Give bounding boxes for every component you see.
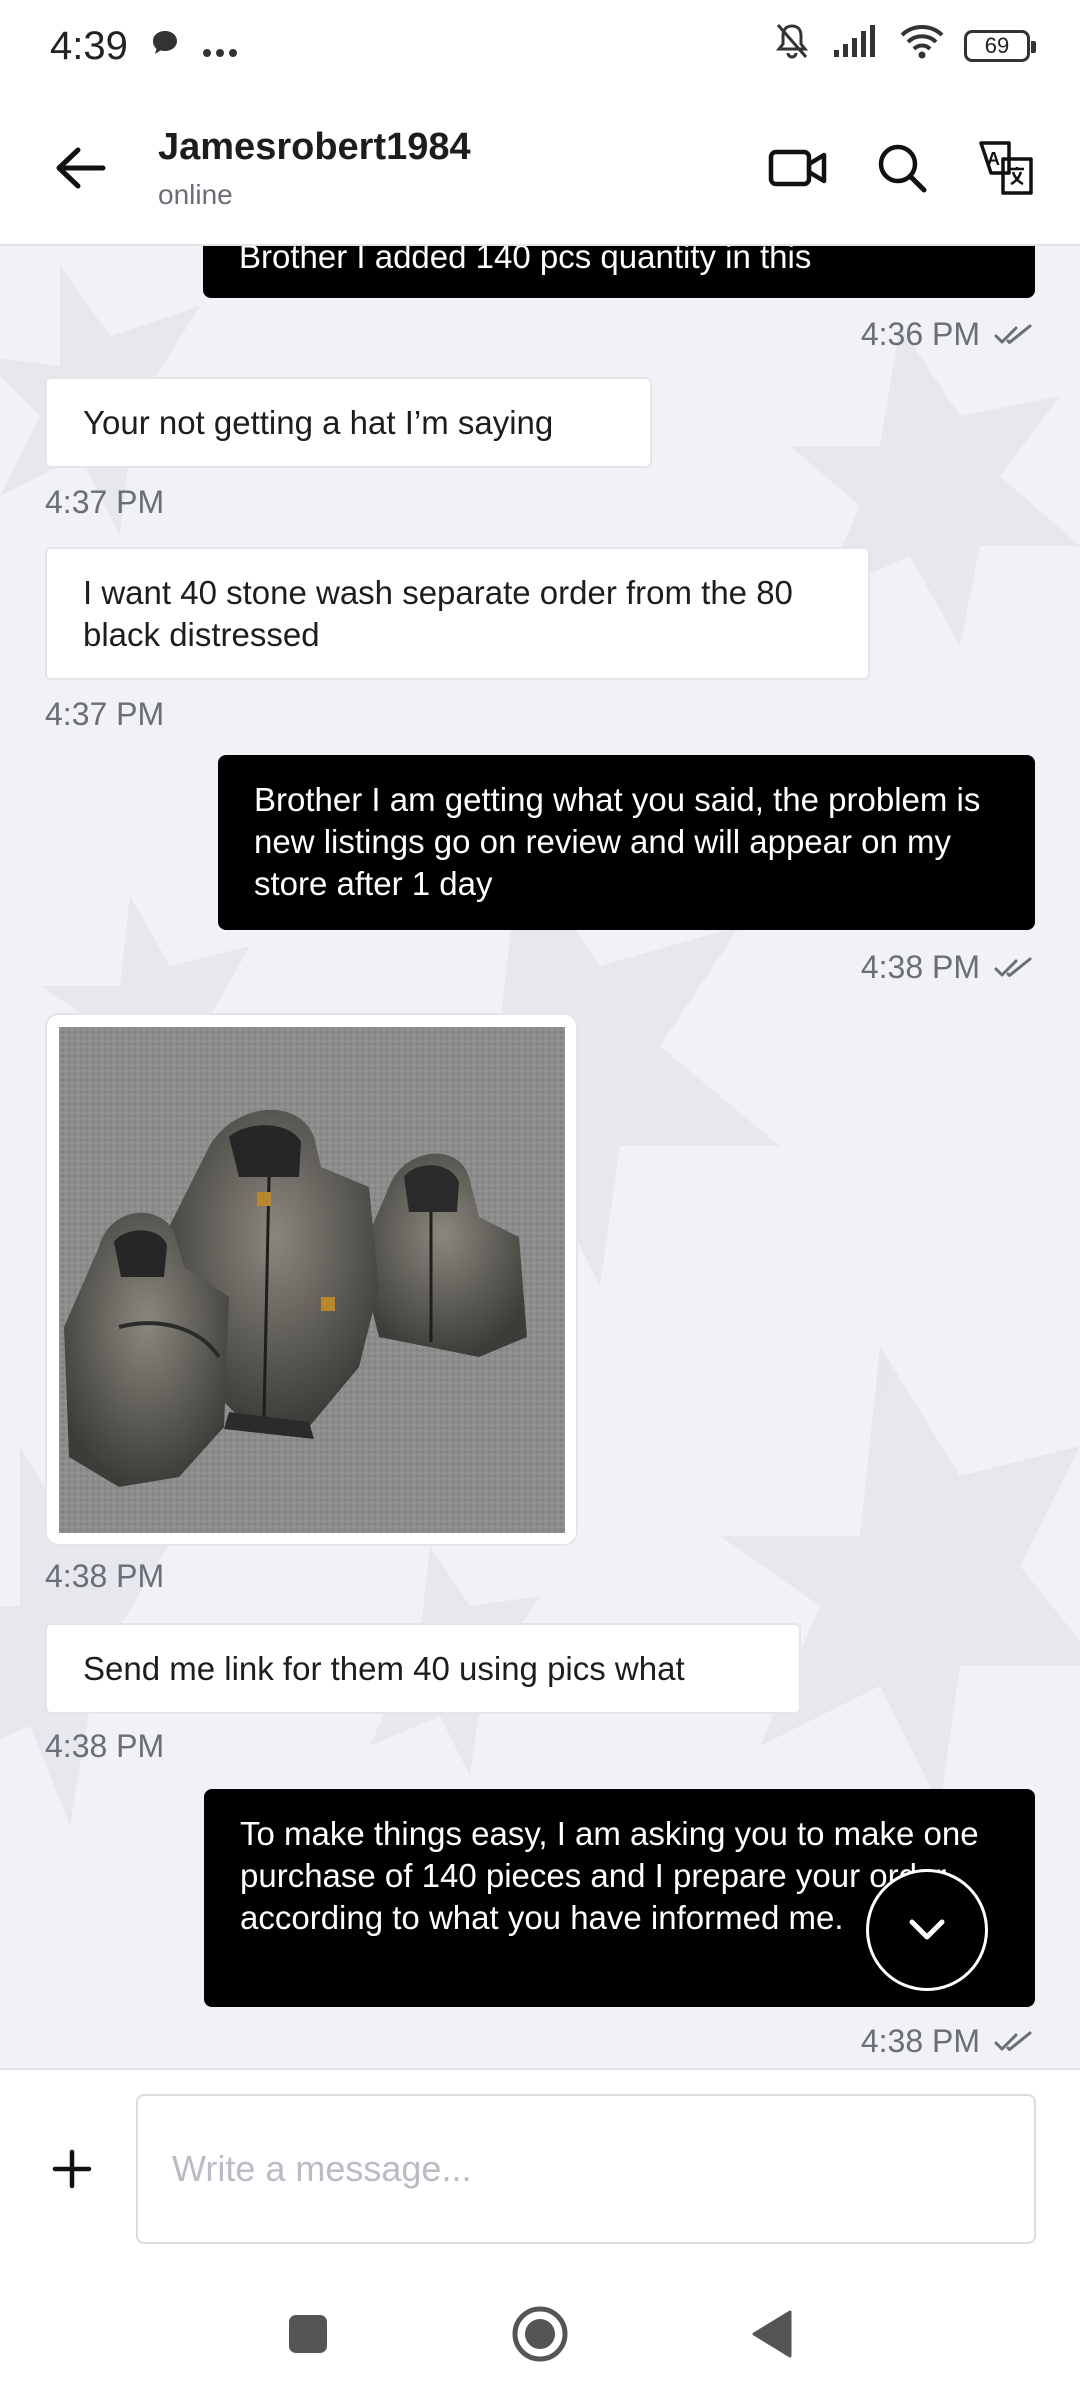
timestamp-text: 4:38 PM <box>860 2023 980 2059</box>
message-input[interactable] <box>136 2094 1036 2244</box>
plus-icon <box>52 2149 92 2189</box>
video-call-button[interactable] <box>764 134 832 202</box>
timestamp-text: 4:38 PM <box>45 1728 165 1764</box>
recents-button[interactable] <box>272 2298 344 2370</box>
contact-status: online <box>158 178 233 210</box>
home-button[interactable] <box>504 2298 576 2370</box>
message-photo[interactable] <box>59 1027 565 1533</box>
video-call-icon <box>768 149 827 187</box>
translate-icon: A <box>979 141 1033 195</box>
message-timestamp: 4:37 PM <box>45 696 164 733</box>
message-timestamp: 4:36 PM <box>861 316 1034 353</box>
back-button[interactable] <box>40 128 120 208</box>
square-icon <box>289 2315 327 2353</box>
message-timestamp: 4:38 PM <box>45 1728 164 1765</box>
message-timestamp: 4:37 PM <box>45 484 164 521</box>
timestamp-text: 4:38 PM <box>45 1558 165 1594</box>
triangle-back-icon <box>752 2310 792 2358</box>
message-composer <box>0 2068 1080 2268</box>
search-icon <box>878 144 927 193</box>
battery-icon: 69 <box>964 30 1036 62</box>
chat-bubble-icon <box>150 25 180 68</box>
message-timestamp: 4:38 PM <box>45 1558 164 1595</box>
chevron-down-icon <box>909 1919 945 1940</box>
message-text: Send me link for them 40 using pics what <box>83 1650 685 1687</box>
message-text: Brother I am getting what you said, the … <box>254 781 981 902</box>
contact-name: Jamesrobert1984 <box>158 125 471 168</box>
message-bubble-outgoing[interactable]: Brother I added 140 pcs quantity in this <box>203 246 1035 298</box>
svg-text:A: A <box>987 149 1000 169</box>
message-bubble-incoming[interactable]: I want 40 stone wash separate order from… <box>45 547 870 680</box>
timestamp-text: 4:37 PM <box>45 484 165 520</box>
message-text: Your not getting a hat I’m saying <box>83 404 554 441</box>
contact-info[interactable]: Jamesrobert1984 online <box>158 126 471 211</box>
message-timestamp: 4:38 PM <box>861 2023 1034 2060</box>
back-arrow-icon <box>56 147 106 189</box>
message-timestamp: 4:38 PM <box>861 949 1034 986</box>
wifi-icon <box>900 23 944 69</box>
signal-icon <box>832 24 880 68</box>
timestamp-text: 4:37 PM <box>45 696 165 732</box>
chat-area[interactable]: Brother I added 140 pcs quantity in this… <box>0 246 1080 2068</box>
double-check-icon <box>994 957 1034 979</box>
double-check-icon <box>994 2031 1034 2053</box>
timestamp-text: 4:36 PM <box>860 316 980 352</box>
chat-header: Jamesrobert1984 online A <box>0 92 1080 246</box>
message-bubble-outgoing[interactable]: Brother I am getting what you said, the … <box>218 755 1035 930</box>
battery-level: 69 <box>984 33 1010 58</box>
timestamp-text: 4:38 PM <box>860 949 980 985</box>
message-text: I want 40 stone wash separate order from… <box>83 574 793 653</box>
double-check-icon <box>994 324 1034 346</box>
status-time: 4:39 <box>50 23 128 68</box>
mute-icon <box>772 21 812 71</box>
image-message[interactable] <box>45 1013 578 1546</box>
translate-button[interactable]: A <box>972 134 1040 202</box>
home-circle-icon <box>512 2306 568 2362</box>
message-text: Brother I added 140 pcs quantity in this <box>239 246 812 275</box>
more-dots-icon <box>202 25 238 68</box>
message-bubble-incoming[interactable]: Your not getting a hat I’m saying <box>45 377 652 468</box>
attach-button[interactable] <box>32 2129 112 2209</box>
status-bar: 4:39 69 <box>0 0 1080 92</box>
back-nav-button[interactable] <box>736 2298 808 2370</box>
system-nav-bar <box>0 2268 1080 2400</box>
search-button[interactable] <box>868 134 936 202</box>
scroll-to-bottom-button[interactable] <box>866 1869 988 1991</box>
message-bubble-incoming[interactable]: Send me link for them 40 using pics what <box>45 1623 801 1714</box>
